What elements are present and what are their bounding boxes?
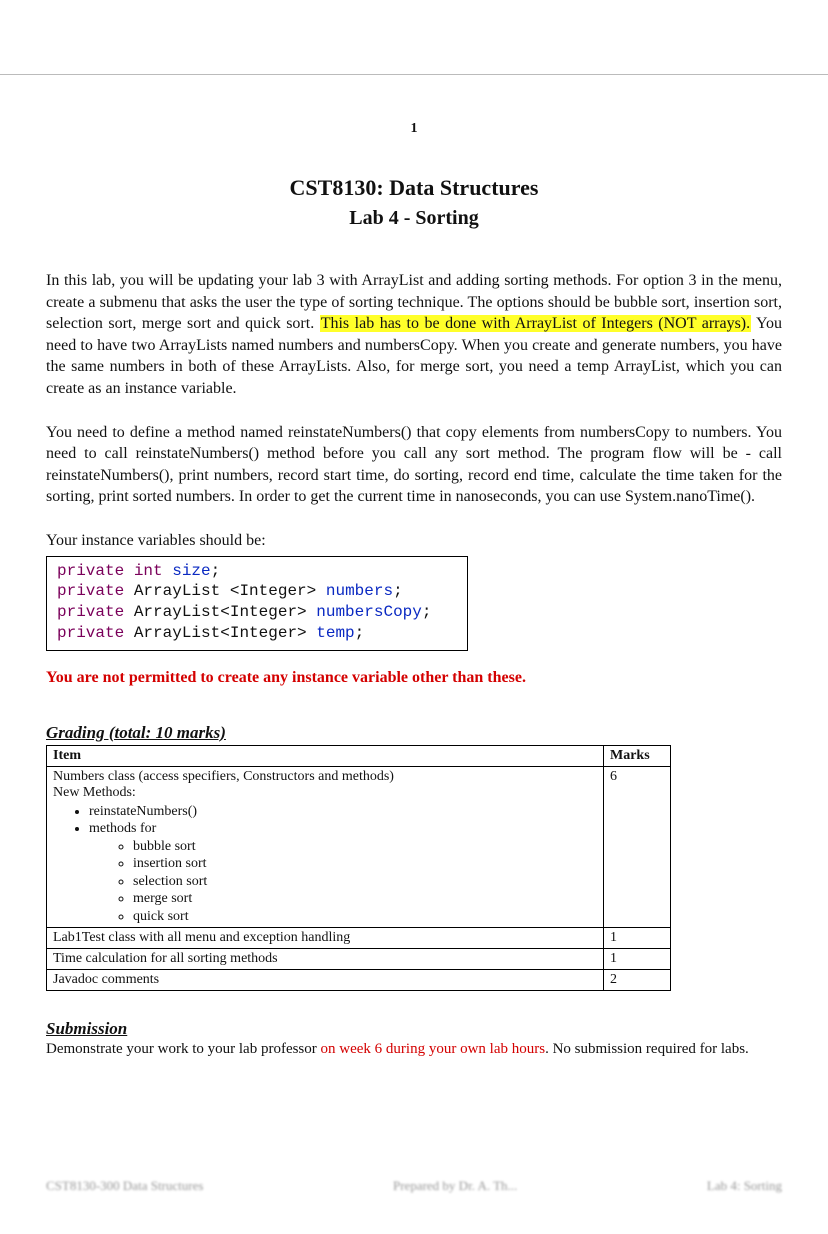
code-block: private int size; private ArrayList <Int…	[46, 556, 468, 651]
kw-private-2: private	[57, 582, 124, 600]
type-2: ArrayList <Integer>	[124, 582, 326, 600]
submission-b: . No submission required for labs.	[545, 1041, 749, 1057]
page-footer: CST8130-300 Data Structures Prepared by …	[46, 1178, 782, 1194]
footer-left: CST8130-300 Data Structures	[46, 1178, 203, 1194]
intro-paragraph-1: In this lab, you will be updating your l…	[46, 270, 782, 400]
cell-marks-2: 1	[604, 928, 671, 949]
table-row: Numbers class (access specifiers, Constr…	[47, 766, 671, 928]
type-4: ArrayList<Integer>	[124, 624, 316, 642]
cell-item-1: Numbers class (access specifiers, Constr…	[47, 766, 604, 928]
submission-a: Demonstrate your work to your lab profes…	[46, 1041, 321, 1057]
ident-numbers: numbers	[326, 582, 393, 600]
kw-private-3: private	[57, 603, 124, 621]
grading-table: Item Marks Numbers class (access specifi…	[46, 745, 671, 992]
cell-marks-1: 6	[604, 766, 671, 928]
browser-chrome-top	[0, 0, 828, 75]
cell-item-2: Lab1Test class with all menu and excepti…	[47, 928, 604, 949]
document-page: 1 CST8130: Data Structures Lab 4 - Sorti…	[0, 75, 828, 1234]
list-item: selection sort	[133, 873, 597, 891]
table-row: Javadoc comments 2	[47, 970, 671, 991]
r1-line2: New Methods:	[53, 785, 597, 801]
restriction-warning: You are not permitted to create any inst…	[46, 669, 782, 687]
th-item: Item	[47, 745, 604, 766]
page-number: 1	[46, 75, 782, 137]
list-item: merge sort	[133, 890, 597, 908]
grading-heading: Grading (total: 10 marks)	[46, 723, 782, 743]
list-item: methods for bubble sort insertion sort s…	[89, 820, 597, 925]
list-item: quick sort	[133, 908, 597, 926]
cell-item-4: Javadoc comments	[47, 970, 604, 991]
list-item: insertion sort	[133, 855, 597, 873]
semi-2: ;	[393, 582, 403, 600]
type-3: ArrayList<Integer>	[124, 603, 316, 621]
cell-marks-4: 2	[604, 970, 671, 991]
list-item: reinstateNumbers()	[89, 803, 597, 821]
ident-temp: temp	[316, 624, 354, 642]
highlighted-requirement: This lab has to be done with ArrayList o…	[320, 315, 751, 332]
cell-item-3: Time calculation for all sorting methods	[47, 949, 604, 970]
table-row: Time calculation for all sorting methods…	[47, 949, 671, 970]
course-title: CST8130: Data Structures	[46, 175, 782, 201]
semi-1: ;	[211, 562, 221, 580]
instance-vars-lead: Your instance variables should be:	[46, 530, 782, 552]
footer-mid: Prepared by Dr. A. Th...	[393, 1178, 517, 1194]
ident-numberscopy: numbersCopy	[316, 603, 422, 621]
semi-3: ;	[422, 603, 432, 621]
submission-text: Demonstrate your work to your lab profes…	[46, 1041, 782, 1058]
r1-bullets: reinstateNumbers() methods for bubble so…	[71, 803, 597, 926]
th-marks: Marks	[604, 745, 671, 766]
r1-line1: Numbers class (access specifiers, Constr…	[53, 769, 597, 785]
list-item: bubble sort	[133, 838, 597, 856]
kw-private-int: private int	[57, 562, 163, 580]
semi-4: ;	[355, 624, 365, 642]
r1-b2-label: methods for	[89, 821, 156, 836]
cell-marks-3: 1	[604, 949, 671, 970]
submission-heading: Submission	[46, 1019, 782, 1039]
lab-title: Lab 4 - Sorting	[46, 207, 782, 230]
table-header-row: Item Marks	[47, 745, 671, 766]
kw-private-4: private	[57, 624, 124, 642]
intro-paragraph-2: You need to define a method named reinst…	[46, 422, 782, 508]
r1-subbullets: bubble sort insertion sort selection sor…	[107, 838, 597, 926]
footer-right: Lab 4: Sorting	[707, 1178, 782, 1194]
submission-section: Submission Demonstrate your work to your…	[46, 1019, 782, 1058]
table-row: Lab1Test class with all menu and excepti…	[47, 928, 671, 949]
ident-size: size	[163, 562, 211, 580]
submission-red: on week 6 during your own lab hours	[321, 1041, 546, 1057]
